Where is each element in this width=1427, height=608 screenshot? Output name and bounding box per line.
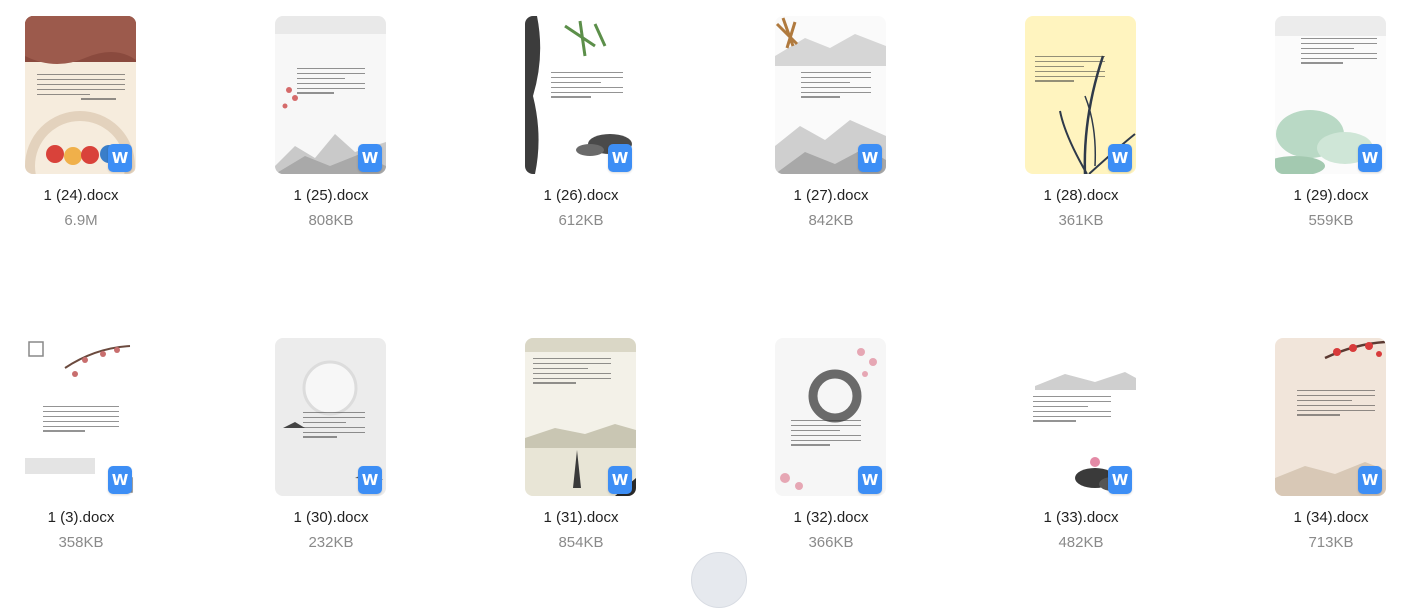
file-tile[interactable]: W 1 (31).docx 854KB bbox=[500, 338, 680, 578]
file-size: 842KB bbox=[808, 212, 854, 229]
word-doc-icon: W bbox=[1108, 466, 1132, 494]
scroll-to-top-button[interactable] bbox=[691, 552, 747, 608]
file-name[interactable]: 1 (30).docx bbox=[250, 509, 412, 526]
file-tile[interactable]: W 1 (34).docx 713KB bbox=[1250, 338, 1427, 578]
file-tile[interactable]: W 1 (3).docx 358KB bbox=[0, 338, 180, 578]
file-tile[interactable]: W 1 (33).docx 482KB bbox=[1000, 338, 1180, 578]
file-tile[interactable]: W 1 (26).docx 612KB bbox=[500, 16, 680, 256]
file-name[interactable]: 1 (34).docx bbox=[1250, 509, 1412, 526]
file-size: 366KB bbox=[808, 534, 854, 551]
word-doc-icon: W bbox=[1108, 144, 1132, 172]
file-name[interactable]: 1 (27).docx bbox=[750, 187, 912, 204]
file-size: 612KB bbox=[558, 212, 604, 229]
file-tile[interactable]: W 1 (24).docx 6.9M bbox=[0, 16, 180, 256]
word-doc-icon: W bbox=[108, 466, 132, 494]
file-name[interactable]: 1 (33).docx bbox=[1000, 509, 1162, 526]
file-tile[interactable]: W 1 (25).docx 808KB bbox=[250, 16, 430, 256]
file-name[interactable]: 1 (25).docx bbox=[250, 187, 412, 204]
file-size: 361KB bbox=[1058, 212, 1104, 229]
file-size: 559KB bbox=[1308, 212, 1354, 229]
file-name[interactable]: 1 (3).docx bbox=[0, 509, 162, 526]
file-name[interactable]: 1 (31).docx bbox=[500, 509, 662, 526]
word-doc-icon: W bbox=[358, 466, 382, 494]
file-name[interactable]: 1 (28).docx bbox=[1000, 187, 1162, 204]
word-doc-icon: W bbox=[608, 144, 632, 172]
file-tile[interactable]: W 1 (32).docx 366KB bbox=[750, 338, 930, 578]
file-tile[interactable]: W 1 (30).docx 232KB bbox=[250, 338, 430, 578]
file-size: 358KB bbox=[58, 534, 104, 551]
file-name[interactable]: 1 (24).docx bbox=[0, 187, 162, 204]
file-name[interactable]: 1 (26).docx bbox=[500, 187, 662, 204]
word-doc-icon: W bbox=[608, 466, 632, 494]
word-doc-icon: W bbox=[1358, 144, 1382, 172]
word-doc-icon: W bbox=[108, 144, 132, 172]
file-tile[interactable]: W 1 (27).docx 842KB bbox=[750, 16, 930, 256]
file-size: 808KB bbox=[308, 212, 354, 229]
file-size: 482KB bbox=[1058, 534, 1104, 551]
file-size: 854KB bbox=[558, 534, 604, 551]
word-doc-icon: W bbox=[858, 144, 882, 172]
word-doc-icon: W bbox=[858, 466, 882, 494]
word-doc-icon: W bbox=[1358, 466, 1382, 494]
file-name[interactable]: 1 (32).docx bbox=[750, 509, 912, 526]
file-tile[interactable]: W 1 (29).docx 559KB bbox=[1250, 16, 1427, 256]
word-doc-icon: W bbox=[358, 144, 382, 172]
file-tile[interactable]: W 1 (28).docx 361KB bbox=[1000, 16, 1180, 256]
file-size: 713KB bbox=[1308, 534, 1354, 551]
file-name[interactable]: 1 (29).docx bbox=[1250, 187, 1412, 204]
file-size: 6.9M bbox=[64, 212, 98, 229]
file-size: 232KB bbox=[308, 534, 354, 551]
file-grid: W 1 (24).docx 6.9M W 1 (25).docx 808KB W… bbox=[0, 0, 1427, 561]
